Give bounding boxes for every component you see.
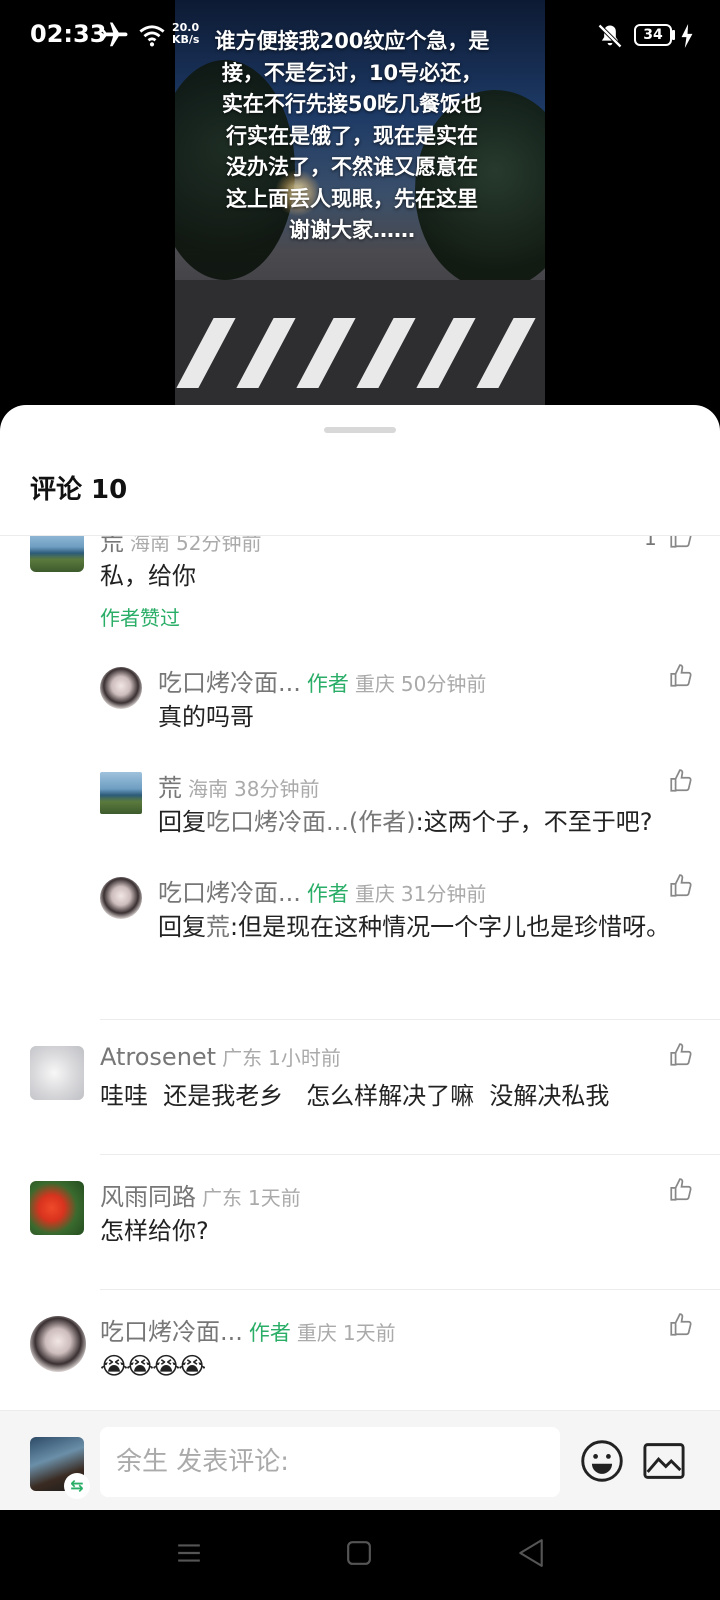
comment-header: 荒海南 38分钟前 xyxy=(158,768,319,803)
commenter-name[interactable]: 风雨同路 xyxy=(100,1183,196,1211)
comment-text: 😭😭😭😭 xyxy=(100,1352,206,1380)
comment-text: 回复吃口烤冷面...(作者):这两个子，不至于吧? xyxy=(158,804,698,840)
battery-level: 34 xyxy=(634,24,672,46)
comments-title: 评论 10 xyxy=(30,475,128,505)
commenter-avatar[interactable] xyxy=(30,1181,84,1235)
thumbs-up-icon[interactable] xyxy=(668,663,694,689)
home-icon[interactable] xyxy=(346,1540,372,1566)
comment-sheet: 评论 10 荒海南 52分钟前 1 私，给你 作者赞过 吃口烤冷面... 作者 重庆 5… xyxy=(0,405,720,1510)
comment-input-bar: ⇆ xyxy=(0,1410,720,1510)
vibrate-mute-icon xyxy=(598,24,622,48)
thumbs-up-icon[interactable] xyxy=(668,536,694,550)
reply-target[interactable]: 吃口烤冷面...(作者) xyxy=(206,808,416,836)
reply-target[interactable]: 荒 xyxy=(206,913,230,941)
comment-location: 重庆 xyxy=(354,882,395,906)
comment-text: 真的吗哥 xyxy=(158,703,254,731)
comment-time: 1天前 xyxy=(342,1321,396,1345)
comment-header: 吃口烤冷面... 作者 重庆 31分钟前 xyxy=(158,873,486,908)
comment-text: 怎样给你? xyxy=(100,1217,209,1245)
commenter-avatar[interactable] xyxy=(100,877,142,919)
comment-time: 38分钟前 xyxy=(234,777,320,801)
back-icon[interactable] xyxy=(518,1538,544,1568)
net-speed-unit: KB/s xyxy=(172,33,200,46)
divider xyxy=(100,1019,720,1020)
comment-time: 52分钟前 xyxy=(176,536,262,555)
comment-location: 广东 xyxy=(222,1046,263,1070)
system-nav-bar xyxy=(0,1510,720,1600)
comment-location: 海南 xyxy=(188,777,228,801)
thumbs-up-icon[interactable] xyxy=(668,1177,694,1203)
comment-time: 1小时前 xyxy=(268,1046,341,1070)
reply-prefix: 回复 xyxy=(158,808,206,836)
wifi-icon xyxy=(139,25,165,47)
reply-prefix: 回复 xyxy=(158,913,206,941)
comment-header: 吃口烤冷面... 作者 重庆 1天前 xyxy=(100,1312,396,1347)
commenter-avatar[interactable] xyxy=(30,536,84,572)
commenter-name[interactable]: Atrosenet xyxy=(100,1043,216,1071)
commenter-avatar[interactable] xyxy=(100,772,142,814)
charging-icon xyxy=(681,24,693,48)
commenter-name[interactable]: 吃口烤冷面... xyxy=(100,1318,243,1346)
emoji-icon[interactable] xyxy=(580,1439,624,1483)
switch-account-icon[interactable]: ⇆ xyxy=(64,1473,90,1499)
commenter-name[interactable]: 荒 xyxy=(100,536,124,556)
drag-handle[interactable] xyxy=(324,427,396,433)
status-bar: 02:33 20.0 KB/s 34 xyxy=(0,0,720,70)
battery-cap xyxy=(672,30,675,40)
thumbs-up-icon[interactable] xyxy=(668,873,694,899)
author-liked-label: 作者赞过 xyxy=(100,606,180,630)
comment-input[interactable] xyxy=(100,1427,560,1497)
comment-location: 广东 xyxy=(202,1186,242,1210)
image-icon[interactable] xyxy=(642,1441,686,1481)
net-speed: 20.0 KB/s xyxy=(172,22,199,46)
divider xyxy=(100,1154,720,1155)
comment-time: 50分钟前 xyxy=(400,672,487,696)
comment-time: 1天前 xyxy=(248,1186,301,1210)
comment-header: Atrosenet 广东 1小时前 xyxy=(100,1042,341,1071)
comment-location: 重庆 xyxy=(296,1321,337,1345)
airplane-mode-icon xyxy=(102,22,128,47)
comment-list[interactable]: 荒海南 52分钟前 1 私，给你 作者赞过 吃口烤冷面... 作者 重庆 50分钟前 真… xyxy=(0,536,720,1396)
commenter-name[interactable]: 吃口烤冷面... xyxy=(158,879,301,907)
comment-header: 吃口烤冷面... 作者 重庆 50分钟前 xyxy=(158,663,486,698)
commenter-avatar[interactable] xyxy=(100,667,142,709)
author-tag: 作者 xyxy=(306,882,349,906)
author-tag: 作者 xyxy=(248,1321,291,1345)
comment-location: 重庆 xyxy=(354,672,395,696)
author-tag: 作者 xyxy=(306,672,349,696)
thumbs-up-icon[interactable] xyxy=(668,1042,694,1068)
commenter-name[interactable]: 荒 xyxy=(158,774,182,802)
comment-text: 私，给你 xyxy=(100,562,196,590)
like-count: 1 xyxy=(644,536,657,550)
thumbs-up-icon[interactable] xyxy=(668,768,694,794)
comment-location: 海南 xyxy=(130,536,170,555)
commenter-avatar[interactable] xyxy=(30,1316,86,1372)
reply-text: :但是现在这种情况一个字儿也是珍惜呀。 xyxy=(230,913,671,941)
comment-text: 回复荒:但是现在这种情况一个字儿也是珍惜呀。 xyxy=(158,909,698,945)
recent-apps-icon[interactable] xyxy=(176,1540,202,1566)
reply-text: :这两个子，不至于吧? xyxy=(415,808,653,836)
divider xyxy=(100,1289,720,1290)
commenter-avatar[interactable] xyxy=(30,1046,84,1100)
thumbs-up-icon[interactable] xyxy=(668,1312,694,1338)
comment-time: 31分钟前 xyxy=(400,882,487,906)
comment-header: 风雨同路 广东 1天前 xyxy=(100,1177,301,1212)
status-time: 02:33 xyxy=(30,20,107,48)
comment-text: 哇哇 还是我老乡 怎么样解决了嘛 没解决私我 xyxy=(100,1082,610,1110)
commenter-name[interactable]: 吃口烤冷面... xyxy=(158,669,301,697)
comment-header: 荒海南 52分钟前 xyxy=(100,536,261,557)
